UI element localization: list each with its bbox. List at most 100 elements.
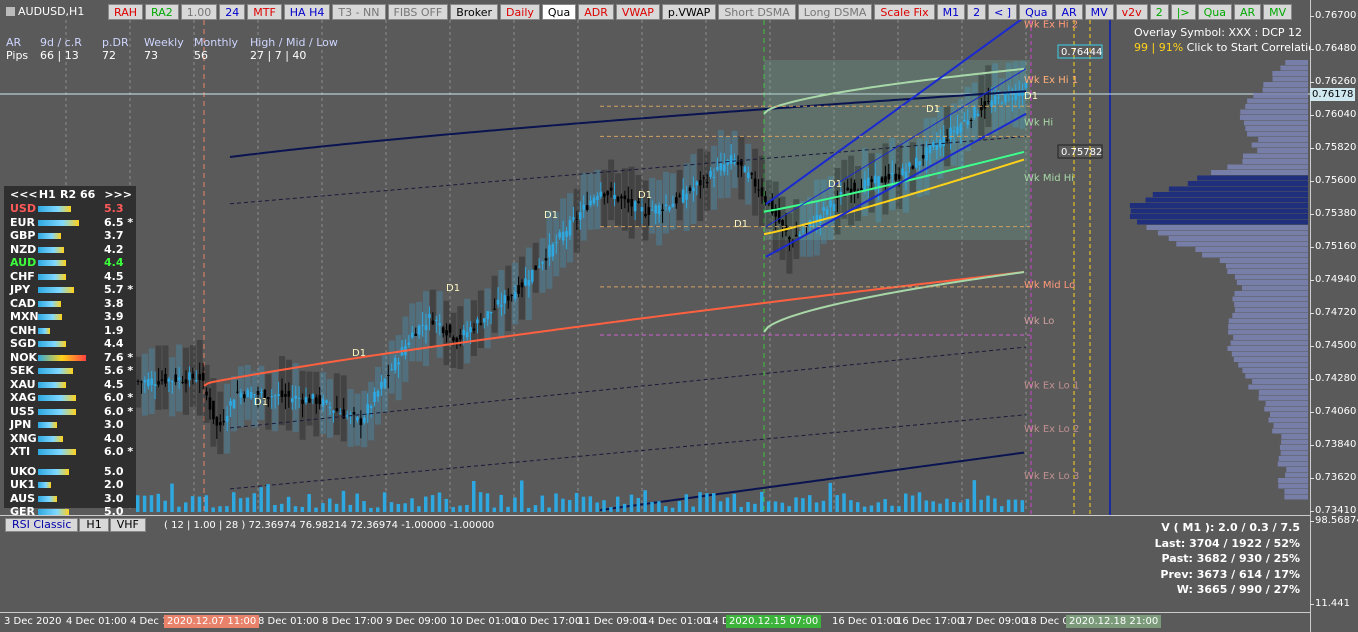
mv2-button[interactable]: MV [1263, 4, 1292, 20]
currency-row[interactable]: CAD 3.8 [4, 297, 136, 311]
currency-row[interactable]: UK1 2.0 [4, 478, 136, 492]
currency-row[interactable]: XAG 6.0 * [4, 391, 136, 405]
qua3-button[interactable]: Qua [1198, 4, 1232, 20]
volume-bar [390, 502, 394, 512]
currency-name: GER [4, 505, 36, 518]
currency-row[interactable]: GER 5.0 [4, 505, 136, 519]
candle-body [651, 210, 654, 211]
rsi-button[interactable]: VHF [110, 518, 146, 532]
volume-bar [753, 504, 757, 512]
short-dsma-button[interactable]: Short DSMA [718, 4, 795, 20]
price-axis[interactable]: 0.76700 0.76480 0.76260 0.76040 0.75820 0.756… [1310, 0, 1358, 632]
two-button[interactable]: 2 [967, 4, 986, 20]
candle-body [260, 392, 263, 393]
candle-body [366, 404, 369, 413]
broker-button[interactable]: Broker [450, 4, 498, 20]
m1-button[interactable]: M1 [937, 4, 966, 20]
ar-button[interactable]: AR [1055, 4, 1082, 20]
currency-row[interactable]: CHF 4.5 [4, 270, 136, 284]
v2v-button[interactable]: v2v [1116, 4, 1148, 20]
volume-bar [184, 502, 188, 512]
two2-button[interactable]: 2 [1150, 4, 1169, 20]
lower-band-line [600, 453, 1024, 510]
back-button[interactable]: < ] [988, 4, 1017, 20]
volume-bar [685, 494, 689, 512]
currency-row[interactable]: AUD 4.4 [4, 256, 136, 270]
candle-body [997, 97, 1000, 98]
overlay-info[interactable]: Overlay Symbol: XXX : DCP 12 99 | 91% Cl… [1134, 26, 1322, 54]
mtf-button[interactable]: MTF [247, 4, 282, 20]
panel-next-button[interactable]: >>> [104, 188, 132, 202]
currency-row[interactable]: XAU 4.5 [4, 378, 136, 392]
volume-bar [493, 508, 497, 512]
currency-row[interactable]: XNG 4.0 [4, 432, 136, 446]
long-dsma-button[interactable]: Long DSMA [798, 4, 873, 20]
rsi-button[interactable]: RSI Classic [5, 518, 78, 532]
panel-prev-button[interactable]: <<< [10, 188, 39, 202]
qua-button[interactable]: Qua [542, 4, 576, 20]
qua2-button[interactable]: Qua [1019, 4, 1053, 20]
currency-row[interactable]: USD 5.3 [4, 202, 136, 216]
fibs-button[interactable]: FIBS OFF [388, 4, 449, 20]
chart-window[interactable]: Wk Ex Hi 2 Wk Ex Hi 1 Wk Hi Wk Mid Hi Wk Mid… [0, 0, 1358, 632]
volume-bar [952, 502, 956, 512]
candle-body [421, 325, 424, 326]
currency-row[interactable]: US5 6.0 * [4, 405, 136, 419]
volume-profile-bar [1238, 363, 1308, 368]
mv-button[interactable]: MV [1085, 4, 1114, 20]
t3-button[interactable]: T3 - NN [332, 4, 385, 20]
rsi-button[interactable]: H1 [79, 518, 108, 532]
currency-row[interactable]: GBP 3.7 [4, 229, 136, 243]
price-chart-svg[interactable]: Wk Ex Hi 2 Wk Ex Hi 1 Wk Hi Wk Mid Hi Wk Mid… [0, 0, 1310, 515]
rah-button[interactable]: RAH [108, 4, 143, 20]
volume-bar [362, 501, 366, 512]
hours-button[interactable]: 24 [219, 4, 245, 20]
currency-row[interactable]: CNH 1.9 [4, 324, 136, 338]
currency-row[interactable]: MXN 3.9 [4, 310, 136, 324]
factor-button[interactable]: 1.00 [181, 4, 218, 20]
volume-bar [232, 492, 236, 512]
candle-body [706, 182, 709, 183]
currency-row[interactable]: EUR 6.5 * [4, 216, 136, 230]
main-price-plot[interactable]: Wk Ex Hi 2 Wk Ex Hi 1 Wk Hi Wk Mid Hi Wk Mid… [0, 0, 1310, 515]
subwindow-separator[interactable] [0, 515, 1310, 516]
chart-menu-icon[interactable] [6, 7, 15, 16]
currency-row[interactable]: JPY 5.7 * [4, 283, 136, 297]
pvwap-button[interactable]: p.VWAP [662, 4, 716, 20]
candle-body [284, 394, 287, 397]
ar2-button[interactable]: AR [1234, 4, 1261, 20]
volume-profile-bar [1273, 77, 1308, 82]
time-axis[interactable]: 3 Dec 2020 4 Dec 01:00 4 Dec 1 8 Dec 01:00 8… [0, 612, 1310, 632]
currency-row[interactable]: NOK 7.6 * [4, 351, 136, 365]
scale-fix-button[interactable]: Scale Fix [874, 4, 934, 20]
currency-row[interactable]: SGD 4.4 [4, 337, 136, 351]
daily-button[interactable]: Daily [500, 4, 540, 20]
volume-bar [849, 500, 853, 512]
weekly-level-label: Wk Ex Lo 3 [1024, 471, 1079, 482]
ha-h4-button[interactable]: HA H4 [284, 4, 331, 20]
candle-body [507, 296, 510, 301]
currency-row[interactable]: UKO 5.0 [4, 465, 136, 479]
currency-name: CAD [4, 297, 36, 310]
currency-row[interactable]: SEK 5.6 * [4, 364, 136, 378]
currency-row[interactable]: NZD 4.2 [4, 243, 136, 257]
current-price-tag: 0.76178 [1310, 88, 1355, 101]
candle-body [840, 192, 843, 195]
forward-button[interactable]: |> [1171, 4, 1196, 20]
vwap-button[interactable]: VWAP [616, 4, 660, 20]
currency-row[interactable]: XTI 6.0 * [4, 445, 136, 459]
currency-row[interactable]: JPN 3.0 [4, 418, 136, 432]
vwap-line [204, 272, 1024, 386]
strength-value: 6.0 * [104, 405, 134, 418]
adr-button[interactable]: ADR [578, 4, 614, 20]
volume-profile-bar [1146, 225, 1308, 230]
time-tick-label: 10 Dec 17:00 [514, 616, 581, 627]
volume-profile-bar [1247, 132, 1308, 137]
volume-bar [760, 492, 764, 512]
ra2-button[interactable]: RA2 [145, 4, 179, 20]
weekly-level-label: Wk Ex Hi 2 [1024, 20, 1078, 31]
panel-timeframe[interactable]: H1 [39, 188, 60, 202]
candle-body [970, 120, 973, 121]
correlation-link[interactable]: Click to Start Correlation [1183, 41, 1322, 54]
currency-row[interactable]: AUS 3.0 [4, 492, 136, 506]
